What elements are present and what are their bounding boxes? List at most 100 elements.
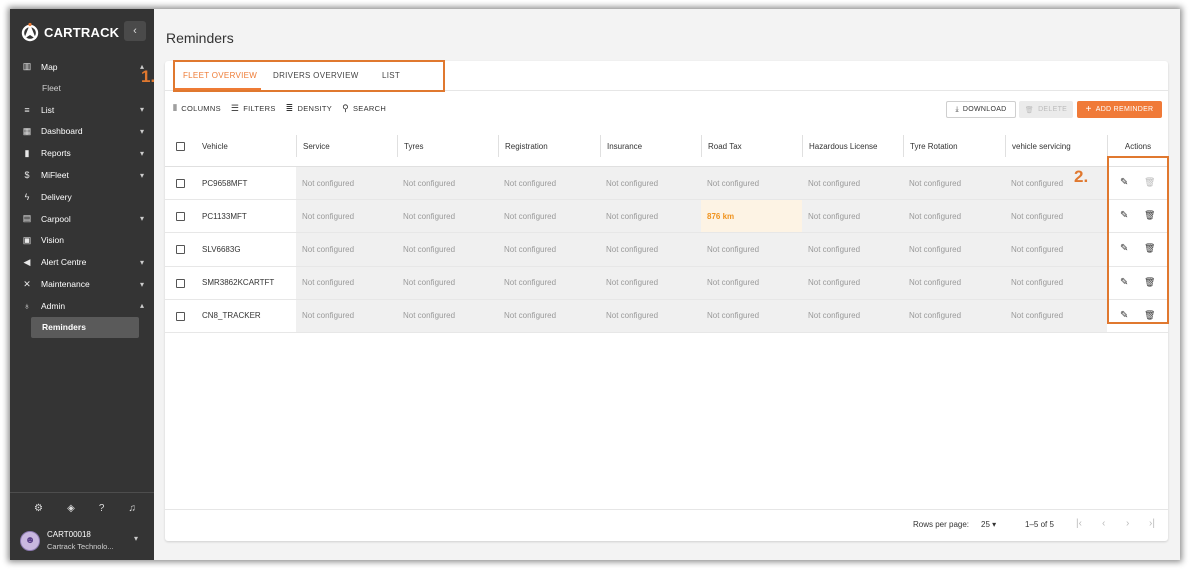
reminder-cell[interactable]: Not configured	[802, 300, 903, 332]
reminder-cell[interactable]: Not configured	[600, 233, 701, 265]
sidebar-item-mifleet[interactable]: $ MiFleet ▾	[10, 164, 154, 186]
sidebar-item-dashboard[interactable]: ▦ Dashboard ▾	[10, 121, 154, 143]
user-profile[interactable]: ☻ CART00018 Cartrack Technolo...	[20, 529, 114, 552]
sidebar-item-alert-centre[interactable]: ◀ Alert Centre ▾	[10, 251, 154, 273]
reminder-cell[interactable]: Not configured	[903, 267, 1005, 299]
vehicle-cell[interactable]: PC1133MFT	[196, 200, 296, 232]
shield-icon[interactable]: ◈	[67, 503, 75, 514]
reminder-cell[interactable]: Not configured	[600, 300, 701, 332]
row-checkbox[interactable]	[176, 212, 185, 222]
reminder-cell[interactable]: Not configured	[701, 300, 802, 332]
reminder-cell[interactable]: Not configured	[903, 200, 1005, 232]
column-header-tyre-rotation[interactable]: Tyre Rotation	[903, 135, 1005, 157]
column-header-vehicle[interactable]: Vehicle	[196, 126, 296, 167]
next-page-icon[interactable]: ›	[1126, 518, 1129, 529]
row-checkbox[interactable]	[176, 245, 185, 255]
sidebar-subitem-fleet[interactable]: Fleet	[10, 78, 154, 99]
reminder-cell[interactable]: Not configured	[701, 233, 802, 265]
reminder-cell[interactable]: Not configured	[296, 233, 397, 265]
reminder-cell[interactable]: Not configured	[701, 267, 802, 299]
add-reminder-button[interactable]: + ADD REMINDER	[1077, 101, 1162, 118]
reminder-cell[interactable]: Not configured	[296, 267, 397, 299]
reminder-cell[interactable]: Not configured	[1005, 267, 1107, 299]
reminder-alert-cell[interactable]: 876 km	[701, 200, 802, 233]
reminder-cell[interactable]: Not configured	[498, 267, 600, 299]
chevron-down-icon[interactable]: ▾	[140, 258, 144, 267]
search-button[interactable]: ⚲ SEARCH	[342, 103, 386, 114]
column-header-registration[interactable]: Registration	[498, 135, 600, 157]
reminder-cell[interactable]: Not configured	[498, 233, 600, 265]
reminder-cell[interactable]: Not configured	[397, 200, 498, 232]
vehicle-cell[interactable]: PC9658MFT	[196, 167, 296, 199]
collapse-sidebar-button[interactable]: ‹	[124, 21, 146, 41]
reminder-cell[interactable]: Not configured	[903, 167, 1005, 199]
column-header-service[interactable]: Service	[296, 135, 397, 157]
reminder-cell[interactable]: Not configured	[600, 167, 701, 199]
reminder-cell[interactable]: Not configured	[701, 167, 802, 199]
chevron-down-icon[interactable]: ▾	[140, 127, 144, 136]
select-all-checkbox[interactable]	[176, 142, 185, 151]
row-checkbox[interactable]	[176, 179, 185, 188]
chevron-down-icon[interactable]: ▾	[134, 534, 138, 543]
column-header-road-tax[interactable]: Road Tax	[701, 135, 802, 157]
sidebar-item-reports[interactable]: ▮ Reports ▾	[10, 142, 154, 164]
reminder-cell[interactable]: Not configured	[397, 300, 498, 332]
sidebar-item-vision[interactable]: ▣ Vision	[10, 230, 154, 252]
reminder-cell[interactable]: Not configured	[802, 267, 903, 299]
reminder-cell[interactable]: Not configured	[498, 300, 600, 332]
reminder-cell[interactable]: Not configured	[498, 167, 600, 199]
sidebar-item-maintenance[interactable]: ✕ Maintenance ▾	[10, 273, 154, 295]
download-button[interactable]: ⤓ DOWNLOAD	[946, 101, 1016, 118]
reminder-cell[interactable]: Not configured	[1005, 300, 1107, 332]
column-header-vehicle-servicing[interactable]: vehicle servicing	[1005, 135, 1107, 157]
vehicle-cell[interactable]: SMR3862KCARTFT	[196, 267, 296, 299]
brand[interactable]: CARTRACK	[20, 21, 119, 43]
reminder-cell[interactable]: Not configured	[903, 300, 1005, 332]
delete-button[interactable]: 🗑 DELETE	[1019, 101, 1073, 118]
column-header-hazardous-license[interactable]: Hazardous License	[802, 135, 903, 157]
row-checkbox[interactable]	[176, 311, 185, 321]
reminder-cell[interactable]: Not configured	[296, 200, 397, 232]
settings-icon[interactable]: ⚙	[34, 503, 43, 514]
rows-per-page-select[interactable]: 25 ▾	[981, 520, 996, 529]
vehicle-cell[interactable]: CN8_TRACKER	[196, 300, 296, 332]
columns-button[interactable]: ⦀ COLUMNS	[173, 103, 221, 114]
reminder-cell[interactable]: Not configured	[397, 233, 498, 265]
chevron-down-icon[interactable]: ▾	[140, 105, 144, 114]
reminder-cell[interactable]: Not configured	[802, 233, 903, 265]
chevron-down-icon[interactable]: ▾	[140, 280, 144, 289]
reminder-cell[interactable]: Not configured	[802, 200, 903, 232]
sidebar-item-delivery[interactable]: ϟ Delivery	[10, 186, 154, 208]
bell-icon[interactable]: ♫	[128, 503, 136, 514]
reminder-cell[interactable]: Not configured	[397, 267, 498, 299]
reminder-cell[interactable]: Not configured	[1005, 167, 1107, 199]
column-header-actions[interactable]: Actions	[1107, 135, 1168, 157]
sidebar-subitem-reminders[interactable]: Reminders	[31, 316, 139, 338]
sidebar-item-list[interactable]: ≡ List ▾	[10, 99, 154, 121]
filters-button[interactable]: ☰ FILTERS	[231, 103, 276, 114]
chevron-down-icon[interactable]: ▾	[140, 171, 144, 180]
chevron-up-icon[interactable]: ▴	[140, 301, 144, 310]
sidebar-item-map[interactable]: ▥ Map ▴	[10, 56, 154, 78]
reminder-cell[interactable]: Not configured	[1005, 233, 1107, 265]
help-icon[interactable]: ?	[99, 503, 105, 514]
row-checkbox[interactable]	[176, 278, 185, 288]
chevron-down-icon[interactable]: ▾	[140, 214, 144, 223]
column-header-tyres[interactable]: Tyres	[397, 135, 498, 157]
density-button[interactable]: ≣ DENSITY	[286, 103, 332, 114]
first-page-icon[interactable]: |‹	[1076, 518, 1082, 529]
reminder-cell[interactable]: Not configured	[1005, 200, 1107, 232]
chevron-down-icon[interactable]: ▾	[140, 149, 144, 158]
prev-page-icon[interactable]: ‹	[1102, 518, 1105, 529]
reminder-cell[interactable]: Not configured	[802, 167, 903, 199]
reminder-cell[interactable]: Not configured	[903, 233, 1005, 265]
reminder-cell[interactable]: Not configured	[296, 300, 397, 332]
reminder-cell[interactable]: Not configured	[296, 167, 397, 199]
column-header-insurance[interactable]: Insurance	[600, 135, 701, 157]
reminder-cell[interactable]: Not configured	[600, 200, 701, 232]
sidebar-item-carpool[interactable]: ▤ Carpool ▾	[10, 208, 154, 230]
vehicle-cell[interactable]: SLV6683G	[196, 233, 296, 265]
reminder-cell[interactable]: Not configured	[600, 267, 701, 299]
reminder-cell[interactable]: Not configured	[498, 200, 600, 232]
sidebar-item-admin[interactable]: ♁ Admin ▴	[10, 295, 154, 317]
